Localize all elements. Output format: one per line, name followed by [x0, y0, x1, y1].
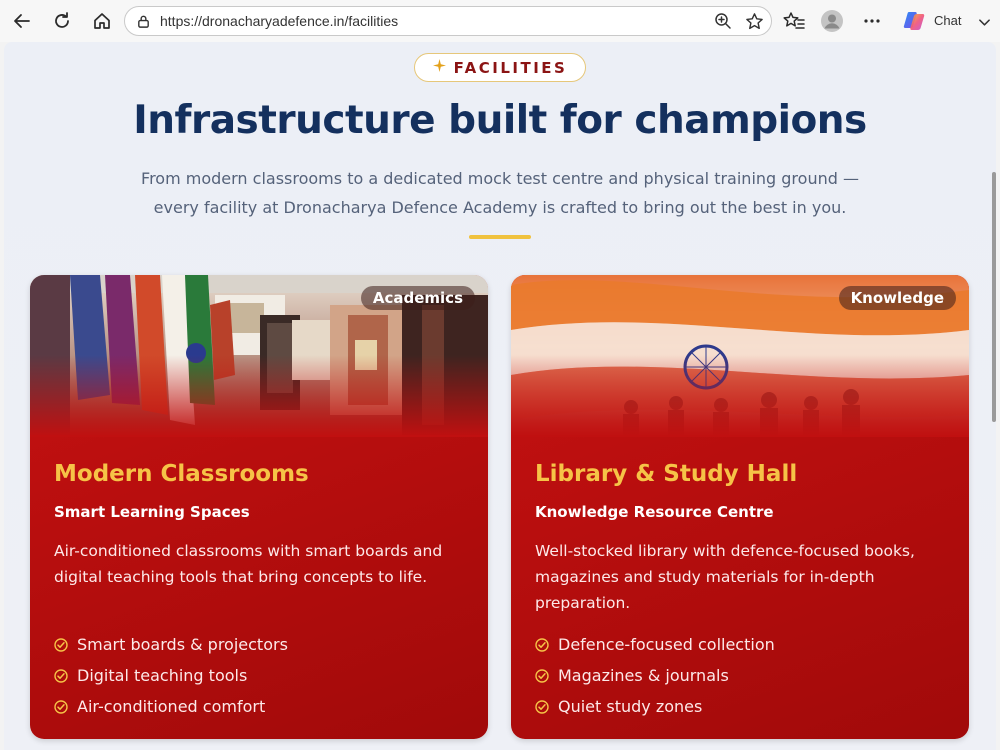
address-bar[interactable]: https://dronacharyadefence.in/facilities: [124, 6, 772, 36]
page-scrollbar[interactable]: [992, 172, 996, 422]
check-circle-icon: [535, 668, 549, 683]
chat-button[interactable]: Chat: [898, 7, 996, 35]
chat-label: Chat: [934, 13, 962, 28]
sparkle-icon: [432, 59, 446, 76]
feature-list: Defence-focused collection Magazines & j…: [535, 629, 775, 722]
feature-label: Digital teaching tools: [77, 666, 248, 685]
site-info-icon[interactable]: [136, 14, 151, 33]
facility-card-classrooms[interactable]: Academics Modern Classrooms Smart Learni…: [30, 275, 488, 739]
card-description: Well-stocked library with defence-focuse…: [535, 542, 915, 612]
feature-item: Digital teaching tools: [54, 660, 288, 691]
card-subtitle: Knowledge Resource Centre: [535, 503, 774, 521]
more-menu-icon[interactable]: [859, 8, 885, 34]
feature-label: Quiet study zones: [558, 697, 703, 716]
favorites-list-icon[interactable]: [781, 8, 807, 34]
facility-card-library[interactable]: Knowledge Library & Study Hall Knowledge…: [511, 275, 969, 739]
section-pill-label: FACILITIES: [453, 58, 568, 77]
feature-label: Smart boards & projectors: [77, 635, 288, 654]
zoom-icon[interactable]: [714, 12, 732, 34]
check-circle-icon: [54, 637, 68, 652]
card-subtitle: Smart Learning Spaces: [54, 503, 250, 521]
feature-item: Quiet study zones: [535, 691, 775, 722]
card-description: Air-conditioned classrooms with smart bo…: [54, 542, 443, 586]
check-circle-icon: [535, 637, 549, 652]
card-title: Modern Classrooms: [54, 461, 309, 487]
feature-item: Smart boards & projectors: [54, 629, 288, 660]
category-badge: Knowledge: [838, 286, 956, 310]
feature-label: Defence-focused collection: [558, 635, 775, 654]
favorite-star-icon[interactable]: [745, 12, 764, 35]
copilot-icon: [902, 10, 926, 36]
back-arrow-icon[interactable]: [9, 8, 35, 34]
check-circle-icon: [54, 668, 68, 683]
section-pill: FACILITIES: [414, 53, 586, 82]
feature-label: Air-conditioned comfort: [77, 697, 266, 716]
feature-item: Magazines & journals: [535, 660, 775, 691]
title-divider: [469, 235, 531, 239]
card-title: Library & Study Hall: [535, 461, 798, 487]
feature-item: Defence-focused collection: [535, 629, 775, 660]
check-circle-icon: [54, 699, 68, 714]
photo-fade: [511, 355, 969, 437]
home-icon[interactable]: [89, 8, 115, 34]
category-badge: Academics: [360, 286, 475, 310]
page-title: Infrastructure built for champions: [133, 98, 867, 143]
url-text[interactable]: https://dronacharyadefence.in/facilities: [160, 13, 398, 29]
refresh-icon[interactable]: [49, 8, 75, 34]
feature-list: Smart boards & projectors Digital teachi…: [54, 629, 288, 722]
feature-label: Magazines & journals: [558, 666, 729, 685]
profile-avatar-icon[interactable]: [819, 8, 845, 34]
page-subtitle: From modern classrooms to a dedicated mo…: [141, 169, 859, 217]
chevron-down-icon[interactable]: [978, 14, 991, 33]
browser-toolbar: https://dronacharyadefence.in/facilities: [0, 0, 1000, 42]
check-circle-icon: [535, 699, 549, 714]
feature-item: Air-conditioned comfort: [54, 691, 288, 722]
page-viewport: FACILITIES Infrastructure built for cham…: [4, 42, 996, 750]
photo-fade: [30, 355, 488, 437]
